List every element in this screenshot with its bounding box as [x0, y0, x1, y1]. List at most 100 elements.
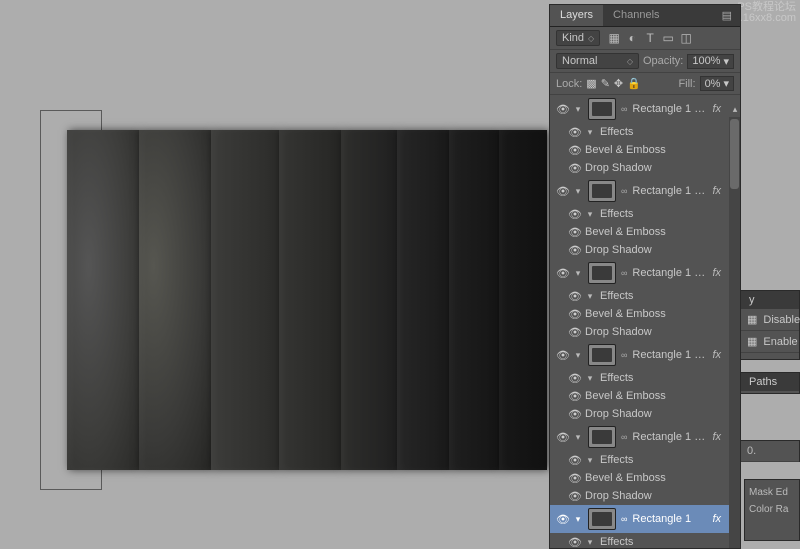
lock-transparency-icon[interactable]: ▩ — [586, 77, 596, 90]
filter-type-icon[interactable]: T — [642, 30, 658, 46]
twirl-icon[interactable]: ▾ — [573, 432, 583, 443]
paths-tab[interactable]: Paths — [741, 373, 799, 391]
layer-name[interactable]: Rectangle 1 copy 5 — [632, 103, 707, 115]
visibility-icon[interactable]: 👁 — [566, 406, 580, 422]
drop-shadow-effect-row[interactable]: 👁Drop Shadow — [550, 241, 740, 259]
twirl-icon[interactable]: ▾ — [573, 186, 583, 197]
visibility-icon[interactable]: 👁 — [566, 206, 580, 222]
layer-thumbnail[interactable] — [588, 426, 616, 448]
visibility-icon[interactable]: 👁 — [566, 160, 580, 176]
panel-menu-icon[interactable]: ▤ — [714, 5, 740, 26]
history-tab[interactable]: y — [741, 291, 799, 309]
layer-name[interactable]: Rectangle 1 copy 4 — [632, 185, 707, 197]
twirl-icon[interactable]: ▾ — [573, 350, 583, 361]
visibility-icon[interactable]: 👁 — [566, 142, 580, 158]
tab-channels[interactable]: Channels — [603, 5, 669, 26]
disable-layer-item[interactable]: ▦Disable layer — [741, 309, 799, 331]
twirl-icon[interactable]: ▾ — [573, 514, 583, 525]
layer-thumbnail[interactable] — [588, 98, 616, 120]
fill-label: Fill: — [678, 78, 695, 90]
color-range-button[interactable]: Color Ra — [749, 501, 795, 518]
visibility-icon[interactable]: 👁 — [554, 511, 568, 527]
opacity-input[interactable]: 100%▾ — [687, 54, 734, 69]
scroll-thumb[interactable] — [730, 119, 739, 189]
layer-thumbnail[interactable] — [588, 180, 616, 202]
blend-mode-dropdown[interactable]: Normal◇ — [556, 53, 639, 69]
visibility-icon[interactable]: 👁 — [554, 429, 568, 445]
layer-group: 👁 ▾ ∞ Rectangle 1 copy fx ▴ 👁▾Effects 👁B… — [550, 423, 740, 505]
layer-name[interactable]: Rectangle 1 — [632, 513, 707, 525]
layer-thumbnail[interactable] — [588, 262, 616, 284]
visibility-icon[interactable]: 👁 — [566, 388, 580, 404]
effects-row[interactable]: 👁▾Effects — [550, 533, 740, 548]
effects-row[interactable]: 👁▾Effects — [550, 451, 740, 469]
fx-badge[interactable]: fx — [712, 431, 721, 443]
enable-layer-item[interactable]: ▦Enable layer — [741, 331, 799, 353]
layer-row[interactable]: 👁 ▾ ∞ Rectangle 1 copy 2 fx ▴ — [550, 341, 740, 369]
bevel-effect-row[interactable]: 👁Bevel & Emboss — [550, 141, 740, 159]
drop-shadow-effect-row[interactable]: 👁Drop Shadow — [550, 323, 740, 341]
fx-badge[interactable]: fx — [712, 103, 721, 115]
fill-input[interactable]: 0%▾ — [700, 76, 734, 91]
visibility-icon[interactable]: 👁 — [566, 488, 580, 504]
visibility-icon[interactable]: 👁 — [566, 306, 580, 322]
bevel-effect-row[interactable]: 👁Bevel & Emboss — [550, 223, 740, 241]
filter-pixel-icon[interactable]: ▦ — [606, 30, 622, 46]
layer-thumbnail[interactable] — [588, 344, 616, 366]
filter-adjust-icon[interactable]: ◐ — [624, 30, 640, 46]
layer-row[interactable]: 👁 ▾ ∞ Rectangle 1 fx ▴ — [550, 505, 740, 533]
lock-paint-icon[interactable]: ✎ — [601, 77, 610, 90]
layer-row[interactable]: 👁 ▾ ∞ Rectangle 1 copy fx ▴ — [550, 423, 740, 451]
link-icon: ∞ — [621, 104, 627, 114]
fx-twirl-icon[interactable]: ▴ — [730, 104, 740, 115]
visibility-icon[interactable]: 👁 — [554, 265, 568, 281]
drop-shadow-effect-row[interactable]: 👁Drop Shadow — [550, 159, 740, 177]
fx-badge[interactable]: fx — [712, 267, 721, 279]
effects-row[interactable]: 👁▾Effects — [550, 369, 740, 387]
drop-shadow-effect-row[interactable]: 👁Drop Shadow — [550, 405, 740, 423]
bevel-effect-row[interactable]: 👁Bevel & Emboss — [550, 469, 740, 487]
fx-badge[interactable]: fx — [712, 185, 721, 197]
layer-group: 👁 ▾ ∞ Rectangle 1 copy 4 fx ▴ 👁▾Effects … — [550, 177, 740, 259]
visibility-icon[interactable]: 👁 — [566, 534, 580, 548]
slat-7 — [449, 130, 499, 470]
visibility-icon[interactable]: 👁 — [566, 124, 580, 140]
document-canvas[interactable] — [67, 130, 547, 470]
visibility-icon[interactable]: 👁 — [566, 452, 580, 468]
effects-row[interactable]: 👁▾Effects — [550, 123, 740, 141]
layer-thumbnail[interactable] — [588, 508, 616, 530]
layer-row[interactable]: 👁 ▾ ∞ Rectangle 1 copy 4 fx ▴ — [550, 177, 740, 205]
tab-layers[interactable]: Layers — [550, 5, 603, 26]
link-icon: ∞ — [621, 268, 627, 278]
visibility-icon[interactable]: 👁 — [566, 224, 580, 240]
effects-row[interactable]: 👁▾Effects — [550, 205, 740, 223]
effects-row[interactable]: 👁▾Effects — [550, 287, 740, 305]
layer-name[interactable]: Rectangle 1 copy — [632, 431, 707, 443]
visibility-icon[interactable]: 👁 — [554, 347, 568, 363]
filter-shape-icon[interactable]: ▭ — [660, 30, 676, 46]
layer-name[interactable]: Rectangle 1 copy 2 — [632, 349, 707, 361]
filter-kind-dropdown[interactable]: Kind◇ — [556, 30, 600, 46]
visibility-icon[interactable]: 👁 — [566, 470, 580, 486]
drop-shadow-effect-row[interactable]: 👁Drop Shadow — [550, 487, 740, 505]
layer-row[interactable]: 👁 ▾ ∞ Rectangle 1 copy 3 fx ▴ — [550, 259, 740, 287]
fx-badge[interactable]: fx — [712, 349, 721, 361]
twirl-icon[interactable]: ▾ — [573, 104, 583, 115]
bevel-effect-row[interactable]: 👁Bevel & Emboss — [550, 305, 740, 323]
visibility-icon[interactable]: 👁 — [566, 324, 580, 340]
layers-scrollbar[interactable] — [729, 117, 740, 548]
fx-badge[interactable]: fx — [712, 513, 721, 525]
filter-smart-icon[interactable]: ◫ — [678, 30, 694, 46]
visibility-icon[interactable]: 👁 — [554, 183, 568, 199]
visibility-icon[interactable]: 👁 — [566, 242, 580, 258]
visibility-icon[interactable]: 👁 — [554, 101, 568, 117]
lock-position-icon[interactable]: ✥ — [614, 77, 623, 90]
twirl-icon[interactable]: ▾ — [573, 268, 583, 279]
mask-edge-button[interactable]: Mask Ed — [749, 484, 795, 501]
visibility-icon[interactable]: 👁 — [566, 370, 580, 386]
layer-row[interactable]: 👁 ▾ ∞ Rectangle 1 copy 5 fx ▴ — [550, 95, 740, 123]
lock-all-icon[interactable]: 🔒 — [627, 77, 641, 90]
bevel-effect-row[interactable]: 👁Bevel & Emboss — [550, 387, 740, 405]
layer-name[interactable]: Rectangle 1 copy 3 — [632, 267, 707, 279]
visibility-icon[interactable]: 👁 — [566, 288, 580, 304]
